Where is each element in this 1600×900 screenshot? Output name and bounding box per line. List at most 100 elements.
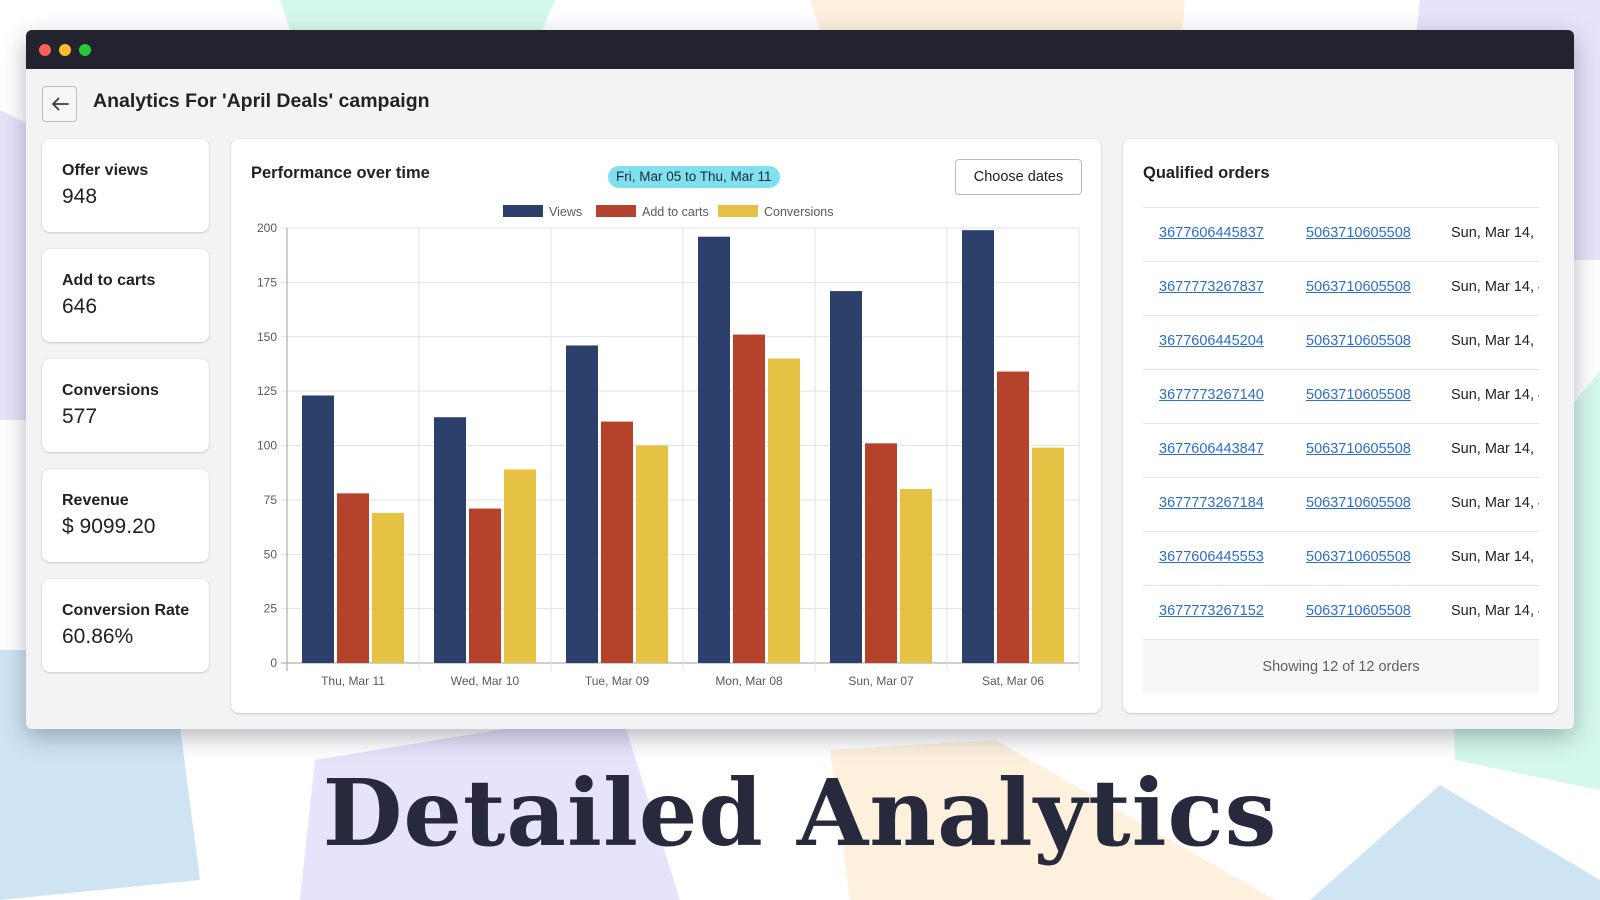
x-tick-label: Mon, Mar 08 — [715, 674, 783, 688]
bar-views — [962, 230, 994, 664]
x-tick-label: Wed, Mar 10 — [451, 674, 520, 688]
order-id-link[interactable]: 3677773267184 — [1159, 495, 1264, 511]
order-row: 3677773267184 5063710605508 Sun, Mar 14, 4 — [1143, 477, 1539, 531]
order-date: Sun, Mar 14, 4 — [1451, 387, 1539, 403]
order-row: 3677606445837 5063710605508 Sun, Mar 14, 1 — [1143, 207, 1539, 261]
bar-add-to-carts — [337, 493, 369, 663]
page-title: Analytics For 'April Deals' campaign — [93, 90, 430, 112]
bar-conversions — [504, 469, 536, 663]
y-tick-label: 50 — [264, 547, 278, 561]
x-tick-label: Thu, Mar 11 — [321, 674, 385, 688]
bar-conversions — [636, 445, 668, 663]
stat-label: Add to carts — [62, 272, 156, 289]
customer-id-link[interactable]: 5063710605508 — [1306, 279, 1411, 295]
bar-add-to-carts — [733, 334, 765, 663]
y-tick-label: 125 — [257, 384, 277, 398]
orders-footer: Showing 12 of 12 orders — [1143, 639, 1539, 693]
order-row: 3677773267837 5063710605508 Sun, Mar 14, 4 — [1143, 261, 1539, 315]
stat-value: 577 — [62, 405, 98, 428]
stat-card-revenue: Revenue $ 9099.20 — [42, 469, 209, 562]
order-date: Sun, Mar 14, 4 — [1451, 495, 1539, 511]
customer-id-link[interactable]: 5063710605508 — [1306, 441, 1411, 457]
y-tick-label: 0 — [270, 656, 277, 670]
bar-conversions — [900, 489, 932, 663]
order-row: 3677606445553 5063710605508 Sun, Mar 14, 1 — [1143, 531, 1539, 585]
order-date: Sun, Mar 14, 4 — [1451, 603, 1539, 619]
stat-label: Revenue — [62, 492, 129, 509]
bar-add-to-carts — [469, 508, 501, 663]
orders-table: 3677606445837 5063710605508 Sun, Mar 14, 1… — [1143, 207, 1539, 693]
stat-value: 60.86% — [62, 625, 134, 648]
legend-swatch — [718, 205, 758, 217]
order-id-link[interactable]: 3677773267152 — [1159, 603, 1264, 619]
bar-conversions — [768, 358, 800, 663]
order-id-link[interactable]: 3677773267140 — [1159, 387, 1264, 403]
legend-label: Views — [549, 205, 582, 219]
order-id-link[interactable]: 3677606445837 — [1159, 225, 1264, 241]
order-id-link[interactable]: 3677606445553 — [1159, 549, 1264, 565]
stat-card-offer-views: Offer views 948 — [42, 139, 209, 232]
order-id-link[interactable]: 3677773267837 — [1159, 279, 1264, 295]
bar-add-to-carts — [997, 371, 1029, 663]
y-tick-label: 175 — [257, 275, 277, 289]
stat-value: $ 9099.20 — [62, 515, 156, 538]
bar-conversions — [372, 512, 404, 663]
bar-views — [302, 395, 334, 663]
bar-add-to-carts — [601, 421, 633, 663]
customer-id-link[interactable]: 5063710605508 — [1306, 387, 1411, 403]
bar-add-to-carts — [865, 443, 897, 663]
stat-label: Conversion Rate — [62, 602, 190, 619]
order-row: 3677773267152 5063710605508 Sun, Mar 14, 4 — [1143, 585, 1539, 639]
close-window-button[interactable] — [39, 44, 51, 56]
y-tick-label: 25 — [264, 602, 278, 616]
order-date: Sun, Mar 14, 4 — [1451, 279, 1539, 295]
bar-views — [830, 291, 862, 663]
x-tick-label: Tue, Mar 09 — [585, 674, 650, 688]
legend-swatch — [596, 205, 636, 217]
order-date: Sun, Mar 14, 1 — [1451, 441, 1539, 457]
y-tick-label: 200 — [257, 221, 277, 235]
bar-views — [698, 236, 730, 663]
customer-id-link[interactable]: 5063710605508 — [1306, 495, 1411, 511]
order-id-link[interactable]: 3677606445204 — [1159, 333, 1264, 349]
y-tick-label: 100 — [257, 439, 277, 453]
order-date: Sun, Mar 14, 1 — [1451, 549, 1539, 565]
y-tick-label: 150 — [257, 330, 277, 344]
performance-chart: 0 25 50 75 100 125 150 175 200 Thu, Mar 11 Wed, Ma… — [257, 205, 1080, 688]
stat-card-conversions: Conversions 577 — [42, 359, 209, 452]
customer-id-link[interactable]: 5063710605508 — [1306, 333, 1411, 349]
maximize-window-button[interactable] — [79, 44, 91, 56]
minimize-window-button[interactable] — [59, 44, 71, 56]
bar-views — [434, 417, 466, 663]
y-tick-label: 75 — [264, 493, 278, 507]
back-button[interactable] — [42, 86, 77, 122]
order-date: Sun, Mar 14, 1 — [1451, 225, 1539, 241]
stat-label: Offer views — [62, 162, 149, 179]
customer-id-link[interactable]: 5063710605508 — [1306, 225, 1411, 241]
order-row: 3677606443847 5063710605508 Sun, Mar 14, 1 — [1143, 423, 1539, 477]
stat-value: 646 — [62, 295, 98, 318]
qualified-orders-card: Qualified orders 3677606445837 5063710605… — [1123, 139, 1558, 713]
stat-card-conversion-rate: Conversion Rate 60.86% — [42, 579, 209, 672]
customer-id-link[interactable]: 5063710605508 — [1306, 549, 1411, 565]
customer-id-link[interactable]: 5063710605508 — [1306, 603, 1411, 619]
order-row: 3677606445204 5063710605508 Sun, Mar 14, 1 — [1143, 315, 1539, 369]
order-id-link[interactable]: 3677606443847 — [1159, 441, 1264, 457]
arrow-left-icon — [51, 97, 69, 111]
app-window: Analytics For 'April Deals' campaign Off… — [26, 30, 1574, 729]
window-titlebar — [26, 30, 1574, 69]
bar-views — [566, 345, 598, 663]
performance-card: Performance over time Fri, Mar 05 to Thu… — [231, 139, 1101, 713]
legend-swatch — [503, 205, 543, 217]
order-row: 3677773267140 5063710605508 Sun, Mar 14, 4 — [1143, 369, 1539, 423]
stat-label: Conversions — [62, 382, 159, 399]
stat-card-add-to-carts: Add to carts 646 — [42, 249, 209, 342]
legend-label: Add to carts — [642, 205, 709, 219]
x-tick-label: Sun, Mar 07 — [848, 674, 914, 688]
x-tick-label: Sat, Mar 06 — [982, 674, 1044, 688]
order-date: Sun, Mar 14, 1 — [1451, 333, 1539, 349]
orders-title: Qualified orders — [1143, 164, 1270, 182]
legend-label: Conversions — [764, 205, 833, 219]
bar-conversions — [1032, 447, 1064, 663]
banner-headline: Detailed Analytics — [322, 759, 1278, 867]
